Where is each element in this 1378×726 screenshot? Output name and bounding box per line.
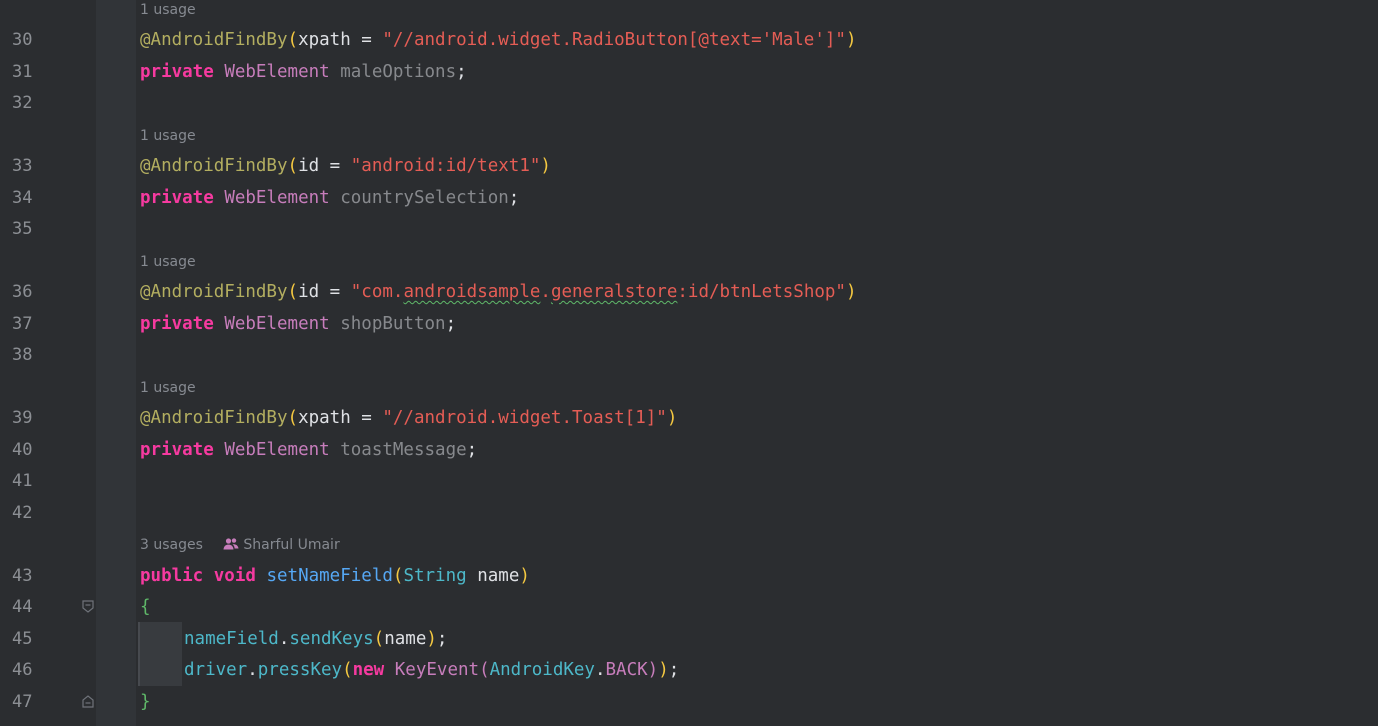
usage-hint[interactable]: 1 usage [140,1,196,19]
line-number: 37 [12,314,33,334]
annotation-param: id [298,156,320,176]
method-name: setNameField [266,566,393,586]
line-number: 32 [12,93,33,113]
method-call: sendKeys [289,629,374,649]
author-name: Sharful Umair [243,537,340,553]
keyword: private [140,62,214,82]
string-literal: . [540,282,551,302]
people-icon [223,537,239,551]
line-number: 30 [12,30,33,50]
method-call: pressKey [257,660,343,680]
string-literal: "android:id/text1" [350,156,541,176]
fold-open-icon[interactable] [82,600,94,614]
line-number: 42 [12,503,33,523]
usage-hint[interactable]: 3 usages [140,537,203,553]
param-name: name [477,566,520,586]
code-line-31[interactable]: private WebElement maleOptions; [140,61,467,83]
indent-highlight [138,622,182,686]
line-number: 34 [12,188,33,208]
line-number: 46 [12,660,33,680]
object-ref: driver [184,660,248,680]
line-number: 47 [12,692,33,712]
code-line-46[interactable]: driver.pressKey(new KeyEvent(AndroidKey.… [184,659,679,681]
fold-close-icon[interactable] [82,694,94,708]
code-line-30[interactable]: @AndroidFindBy(xpath = "//android.widget… [140,29,857,51]
code-line-34[interactable]: private WebElement countrySelection; [140,187,519,209]
paren: ( [287,30,299,50]
type-name: WebElement [224,440,330,460]
class-name: KeyEvent [394,660,480,680]
line-number: 33 [12,156,33,176]
open-brace: { [140,597,151,617]
type-name: WebElement [224,188,330,208]
string-literal: "com. [350,282,404,302]
annotation: @AndroidFindBy [140,156,288,176]
string-literal-typo: generalstore [550,282,678,302]
line-number: 36 [12,282,33,302]
line-number: 40 [12,440,33,460]
keyword: void [213,566,256,586]
keyword: private [140,314,214,334]
annotation-param: xpath [298,30,351,50]
annotation: @AndroidFindBy [140,30,288,50]
code-line-43[interactable]: public void setNameField(String name) [140,565,530,587]
code-line-40[interactable]: private WebElement toastMessage; [140,439,477,461]
line-number: 45 [12,629,33,649]
code-line-44[interactable]: { [140,596,151,618]
enum-name: AndroidKey [489,660,595,680]
code-line-36[interactable]: @AndroidFindBy(id = "com.androidsample.g… [140,281,857,303]
field-name: maleOptions [340,62,457,82]
code-line-37[interactable]: private WebElement shopButton; [140,313,456,335]
operator: = [350,30,383,50]
usage-hint[interactable]: 1 usage [140,253,196,271]
field-name: countrySelection [340,188,509,208]
author-hint[interactable]: Sharful Umair [223,537,340,553]
line-number: 41 [12,471,33,491]
line-number: 44 [12,597,33,617]
string-literal: :id/btnLetsShop" [677,282,846,302]
annotation: @AndroidFindBy [140,408,288,428]
string-literal-typo: androidsample [403,282,541,302]
usage-hint[interactable]: 1 usage [140,127,196,145]
line-number: 43 [12,566,33,586]
line-number: 39 [12,408,33,428]
annotation-param: id [298,282,320,302]
string-literal: "//android.widget.RadioButton[@text='Mal… [382,30,846,50]
keyword: private [140,440,214,460]
close-brace: } [140,692,151,712]
field-name: toastMessage [340,440,467,460]
paren: ) [845,30,857,50]
line-number: 38 [12,345,33,365]
usage-hint[interactable]: 1 usage [140,379,196,397]
annotation: @AndroidFindBy [140,282,288,302]
object-ref: nameField [184,629,279,649]
enum-constant: BACK [605,660,648,680]
code-editor[interactable]: 30 31 32 33 34 35 36 37 38 39 40 41 42 4… [0,0,1378,726]
code-line-33[interactable]: @AndroidFindBy(id = "android:id/text1") [140,155,551,177]
param-type: String [403,566,467,586]
type-name: WebElement [224,62,330,82]
field-name: shopButton [340,314,446,334]
line-number: 31 [12,62,33,82]
keyword: new [352,660,385,680]
code-line-39[interactable]: @AndroidFindBy(xpath = "//android.widget… [140,407,677,429]
code-line-47[interactable]: } [140,691,151,713]
keyword: private [140,188,214,208]
code-line-45[interactable]: nameField.sendKeys(name); [184,628,447,650]
argument: name [384,629,427,649]
string-literal: "//android.widget.Toast[1]" [382,408,667,428]
line-number: 35 [12,219,33,239]
annotation-param: xpath [298,408,351,428]
keyword: public [140,566,204,586]
method-hints: 3 usages Sharful Umair [140,536,340,554]
gutter-strip [96,0,136,726]
type-name: WebElement [224,314,330,334]
